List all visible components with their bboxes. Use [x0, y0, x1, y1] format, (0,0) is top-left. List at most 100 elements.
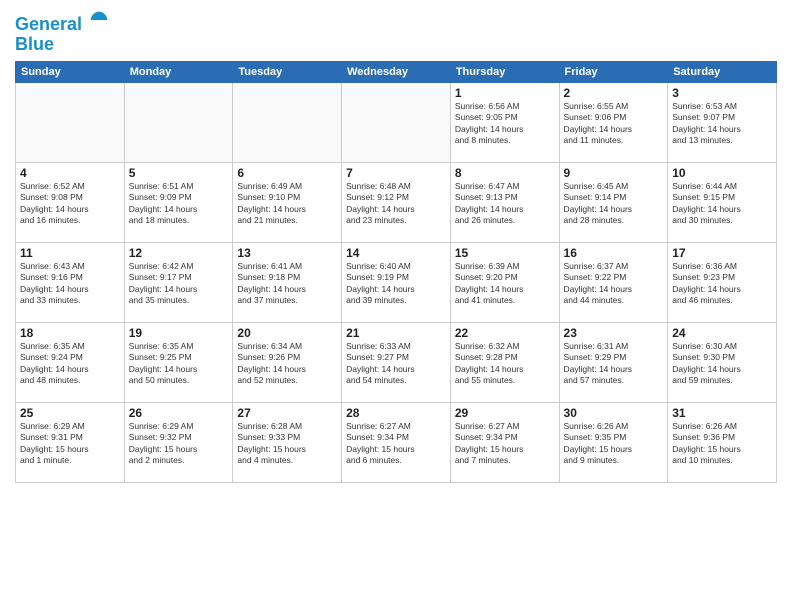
day-number: 10	[672, 166, 772, 180]
day-cell	[124, 82, 233, 162]
week-row-1: 4Sunrise: 6:52 AM Sunset: 9:08 PM Daylig…	[16, 162, 777, 242]
week-row-2: 11Sunrise: 6:43 AM Sunset: 9:16 PM Dayli…	[16, 242, 777, 322]
day-number: 13	[237, 246, 337, 260]
day-number: 29	[455, 406, 555, 420]
day-info: Sunrise: 6:37 AM Sunset: 9:22 PM Dayligh…	[564, 261, 664, 307]
day-cell: 8Sunrise: 6:47 AM Sunset: 9:13 PM Daylig…	[450, 162, 559, 242]
day-cell: 24Sunrise: 6:30 AM Sunset: 9:30 PM Dayli…	[668, 322, 777, 402]
day-number: 18	[20, 326, 120, 340]
day-cell: 4Sunrise: 6:52 AM Sunset: 9:08 PM Daylig…	[16, 162, 125, 242]
page: General Blue SundayMondayTuesdayWednesda…	[0, 0, 792, 612]
day-number: 6	[237, 166, 337, 180]
day-cell: 1Sunrise: 6:56 AM Sunset: 9:05 PM Daylig…	[450, 82, 559, 162]
day-cell: 22Sunrise: 6:32 AM Sunset: 9:28 PM Dayli…	[450, 322, 559, 402]
day-number: 19	[129, 326, 229, 340]
week-row-3: 18Sunrise: 6:35 AM Sunset: 9:24 PM Dayli…	[16, 322, 777, 402]
day-info: Sunrise: 6:26 AM Sunset: 9:36 PM Dayligh…	[672, 421, 772, 467]
day-info: Sunrise: 6:45 AM Sunset: 9:14 PM Dayligh…	[564, 181, 664, 227]
day-cell: 19Sunrise: 6:35 AM Sunset: 9:25 PM Dayli…	[124, 322, 233, 402]
day-info: Sunrise: 6:27 AM Sunset: 9:34 PM Dayligh…	[455, 421, 555, 467]
day-number: 31	[672, 406, 772, 420]
day-number: 15	[455, 246, 555, 260]
day-number: 1	[455, 86, 555, 100]
day-number: 2	[564, 86, 664, 100]
day-cell: 25Sunrise: 6:29 AM Sunset: 9:31 PM Dayli…	[16, 402, 125, 482]
day-number: 26	[129, 406, 229, 420]
day-info: Sunrise: 6:35 AM Sunset: 9:25 PM Dayligh…	[129, 341, 229, 387]
day-info: Sunrise: 6:40 AM Sunset: 9:19 PM Dayligh…	[346, 261, 446, 307]
day-number: 8	[455, 166, 555, 180]
day-cell: 6Sunrise: 6:49 AM Sunset: 9:10 PM Daylig…	[233, 162, 342, 242]
logo-text: General	[15, 10, 109, 35]
day-info: Sunrise: 6:39 AM Sunset: 9:20 PM Dayligh…	[455, 261, 555, 307]
day-number: 23	[564, 326, 664, 340]
day-number: 17	[672, 246, 772, 260]
calendar: SundayMondayTuesdayWednesdayThursdayFrid…	[15, 61, 777, 483]
day-cell: 21Sunrise: 6:33 AM Sunset: 9:27 PM Dayli…	[342, 322, 451, 402]
day-info: Sunrise: 6:26 AM Sunset: 9:35 PM Dayligh…	[564, 421, 664, 467]
day-number: 28	[346, 406, 446, 420]
header: General Blue	[15, 10, 777, 55]
day-info: Sunrise: 6:53 AM Sunset: 9:07 PM Dayligh…	[672, 101, 772, 147]
day-number: 30	[564, 406, 664, 420]
col-header-thursday: Thursday	[450, 61, 559, 82]
day-info: Sunrise: 6:30 AM Sunset: 9:30 PM Dayligh…	[672, 341, 772, 387]
day-cell: 13Sunrise: 6:41 AM Sunset: 9:18 PM Dayli…	[233, 242, 342, 322]
day-cell: 11Sunrise: 6:43 AM Sunset: 9:16 PM Dayli…	[16, 242, 125, 322]
day-cell: 30Sunrise: 6:26 AM Sunset: 9:35 PM Dayli…	[559, 402, 668, 482]
day-number: 20	[237, 326, 337, 340]
day-cell: 28Sunrise: 6:27 AM Sunset: 9:34 PM Dayli…	[342, 402, 451, 482]
day-info: Sunrise: 6:56 AM Sunset: 9:05 PM Dayligh…	[455, 101, 555, 147]
col-header-monday: Monday	[124, 61, 233, 82]
day-cell	[16, 82, 125, 162]
day-info: Sunrise: 6:29 AM Sunset: 9:31 PM Dayligh…	[20, 421, 120, 467]
day-cell: 18Sunrise: 6:35 AM Sunset: 9:24 PM Dayli…	[16, 322, 125, 402]
day-number: 22	[455, 326, 555, 340]
day-number: 9	[564, 166, 664, 180]
day-cell: 29Sunrise: 6:27 AM Sunset: 9:34 PM Dayli…	[450, 402, 559, 482]
day-cell: 9Sunrise: 6:45 AM Sunset: 9:14 PM Daylig…	[559, 162, 668, 242]
day-cell: 2Sunrise: 6:55 AM Sunset: 9:06 PM Daylig…	[559, 82, 668, 162]
day-number: 21	[346, 326, 446, 340]
day-cell: 23Sunrise: 6:31 AM Sunset: 9:29 PM Dayli…	[559, 322, 668, 402]
logo: General Blue	[15, 10, 109, 55]
col-header-wednesday: Wednesday	[342, 61, 451, 82]
day-info: Sunrise: 6:41 AM Sunset: 9:18 PM Dayligh…	[237, 261, 337, 307]
day-info: Sunrise: 6:55 AM Sunset: 9:06 PM Dayligh…	[564, 101, 664, 147]
day-cell: 14Sunrise: 6:40 AM Sunset: 9:19 PM Dayli…	[342, 242, 451, 322]
day-number: 11	[20, 246, 120, 260]
day-info: Sunrise: 6:35 AM Sunset: 9:24 PM Dayligh…	[20, 341, 120, 387]
col-header-saturday: Saturday	[668, 61, 777, 82]
day-cell: 12Sunrise: 6:42 AM Sunset: 9:17 PM Dayli…	[124, 242, 233, 322]
day-info: Sunrise: 6:42 AM Sunset: 9:17 PM Dayligh…	[129, 261, 229, 307]
day-cell	[342, 82, 451, 162]
day-info: Sunrise: 6:29 AM Sunset: 9:32 PM Dayligh…	[129, 421, 229, 467]
day-cell: 17Sunrise: 6:36 AM Sunset: 9:23 PM Dayli…	[668, 242, 777, 322]
day-number: 24	[672, 326, 772, 340]
day-cell: 7Sunrise: 6:48 AM Sunset: 9:12 PM Daylig…	[342, 162, 451, 242]
day-number: 3	[672, 86, 772, 100]
day-cell	[233, 82, 342, 162]
day-info: Sunrise: 6:51 AM Sunset: 9:09 PM Dayligh…	[129, 181, 229, 227]
day-cell: 10Sunrise: 6:44 AM Sunset: 9:15 PM Dayli…	[668, 162, 777, 242]
day-cell: 5Sunrise: 6:51 AM Sunset: 9:09 PM Daylig…	[124, 162, 233, 242]
day-number: 4	[20, 166, 120, 180]
day-info: Sunrise: 6:49 AM Sunset: 9:10 PM Dayligh…	[237, 181, 337, 227]
day-info: Sunrise: 6:43 AM Sunset: 9:16 PM Dayligh…	[20, 261, 120, 307]
day-info: Sunrise: 6:48 AM Sunset: 9:12 PM Dayligh…	[346, 181, 446, 227]
day-number: 16	[564, 246, 664, 260]
header-row: SundayMondayTuesdayWednesdayThursdayFrid…	[16, 61, 777, 82]
day-info: Sunrise: 6:36 AM Sunset: 9:23 PM Dayligh…	[672, 261, 772, 307]
day-cell: 16Sunrise: 6:37 AM Sunset: 9:22 PM Dayli…	[559, 242, 668, 322]
day-info: Sunrise: 6:28 AM Sunset: 9:33 PM Dayligh…	[237, 421, 337, 467]
day-number: 25	[20, 406, 120, 420]
day-info: Sunrise: 6:31 AM Sunset: 9:29 PM Dayligh…	[564, 341, 664, 387]
day-info: Sunrise: 6:34 AM Sunset: 9:26 PM Dayligh…	[237, 341, 337, 387]
day-number: 14	[346, 246, 446, 260]
day-cell: 20Sunrise: 6:34 AM Sunset: 9:26 PM Dayli…	[233, 322, 342, 402]
day-info: Sunrise: 6:33 AM Sunset: 9:27 PM Dayligh…	[346, 341, 446, 387]
col-header-tuesday: Tuesday	[233, 61, 342, 82]
day-cell: 3Sunrise: 6:53 AM Sunset: 9:07 PM Daylig…	[668, 82, 777, 162]
day-cell: 26Sunrise: 6:29 AM Sunset: 9:32 PM Dayli…	[124, 402, 233, 482]
day-info: Sunrise: 6:47 AM Sunset: 9:13 PM Dayligh…	[455, 181, 555, 227]
